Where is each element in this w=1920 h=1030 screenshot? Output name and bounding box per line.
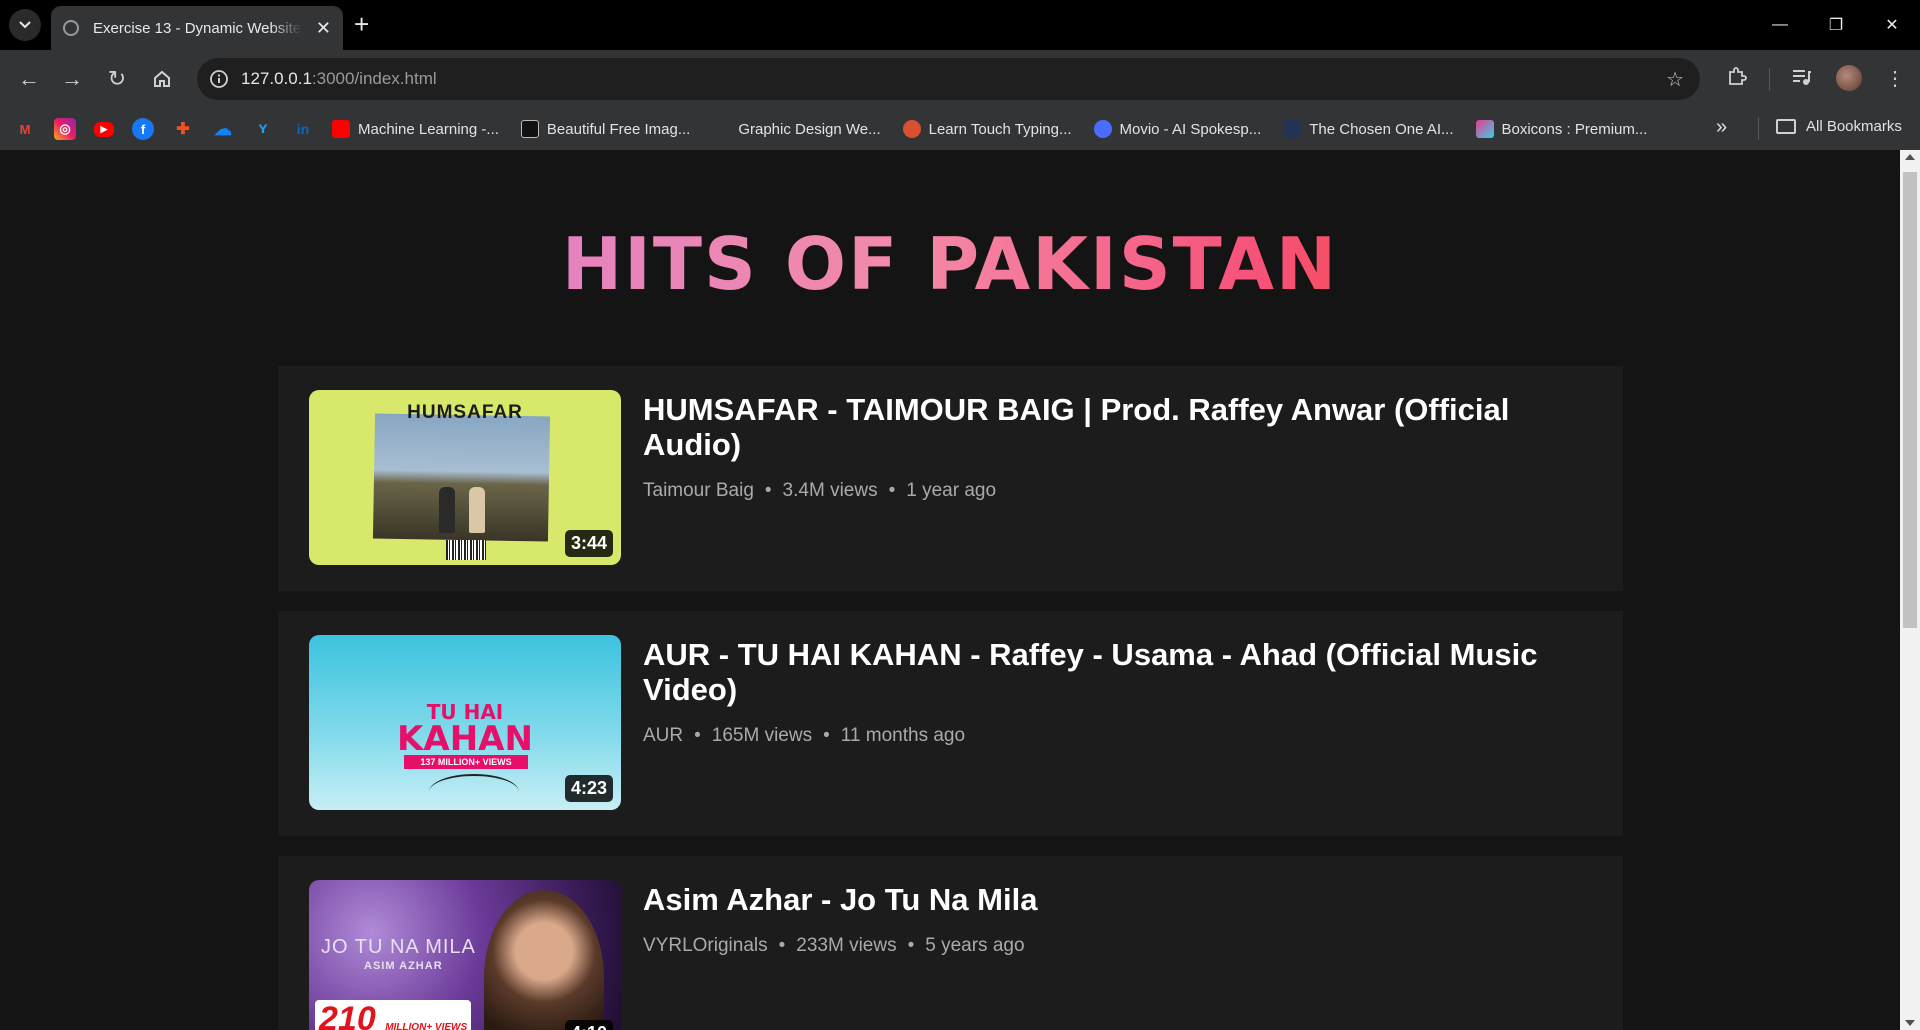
thumbnail-portrait	[484, 890, 604, 1030]
close-tab-icon[interactable]: ✕	[316, 18, 331, 39]
upload-age: 5 years ago	[925, 935, 1025, 956]
scroll-thumb[interactable]	[1903, 172, 1917, 628]
page-heading: HITS OF PAKISTAN	[0, 222, 1900, 306]
restore-button[interactable]: ❐	[1808, 0, 1864, 50]
upload-age: 11 months ago	[840, 725, 966, 746]
bookmark-item[interactable]: Graphic Design We...	[712, 120, 880, 138]
extensions-icon[interactable]	[1726, 66, 1748, 94]
bookmark-item[interactable]: Boxicons : Premium...	[1475, 120, 1647, 138]
bookmark-item[interactable]: Machine Learning -...	[332, 120, 499, 138]
tab-active[interactable]: Exercise 13 - Dynamic Website ✕	[51, 6, 343, 50]
thumbnail-badge: 210 MILLION+ VIEWS	[315, 1000, 472, 1030]
facebook-icon[interactable]: f	[132, 118, 154, 140]
video-card[interactable]: JO TU NA MILA ASIM AZHAR 210 MILLION+ VI…	[278, 856, 1623, 1030]
bookmark-star-icon[interactable]: ☆	[1666, 67, 1684, 92]
new-tab-button[interactable]: +	[354, 10, 369, 38]
page-scrollbar[interactable]	[1900, 150, 1920, 1030]
video-title[interactable]: Asim Azhar - Jo Tu Na Mila	[643, 882, 1603, 917]
bookmark-item[interactable]: The Chosen One AI...	[1283, 120, 1454, 138]
close-window-button[interactable]: ✕	[1864, 0, 1920, 50]
video-thumbnail[interactable]: JO TU NA MILA ASIM AZHAR 210 MILLION+ VI…	[309, 880, 621, 1030]
bookmark-item[interactable]: Beautiful Free Imag...	[520, 120, 690, 138]
more-bookmarks-icon[interactable]: »	[1716, 116, 1727, 139]
browser-toolbar: ← → ↻ 127.0.0.1:3000/index.html ☆ ⋮	[0, 50, 1920, 108]
video-thumbnail[interactable]: TU HAI KAHAN 137 MILLION+ VIEWS 4:23	[309, 635, 621, 810]
page-content: HITS OF PAKISTAN HUMSAFAR 3:44 HUMSAFAR …	[0, 150, 1900, 1030]
video-duration: 4:10	[564, 1020, 613, 1030]
bookmark-item[interactable]: Learn Touch Typing...	[902, 120, 1072, 138]
channel-name[interactable]: VYRLOriginals	[643, 935, 768, 957]
bird-icon[interactable]: ʏ	[252, 118, 274, 140]
scroll-down-arrow[interactable]	[1905, 1020, 1915, 1026]
thumbnail-text: JO TU NA MILA	[321, 936, 476, 958]
profile-avatar[interactable]	[1836, 65, 1862, 91]
youtube-icon	[332, 120, 350, 138]
address-bar[interactable]: 127.0.0.1:3000/index.html ☆	[197, 58, 1700, 100]
video-card[interactable]: TU HAI KAHAN 137 MILLION+ VIEWS 4:23 AUR…	[278, 611, 1623, 836]
all-bookmarks-button[interactable]: All Bookmarks	[1776, 118, 1902, 135]
tab-search-button[interactable]	[9, 9, 41, 41]
thumbnail-photo	[372, 413, 551, 542]
channel-name[interactable]: AUR	[643, 725, 683, 747]
unsplash-icon	[520, 120, 539, 138]
instagram-icon[interactable]: ◎	[54, 118, 76, 140]
video-duration: 4:23	[564, 775, 613, 802]
folder-icon	[1776, 119, 1796, 134]
video-title[interactable]: AUR - TU HAI KAHAN - Raffey - Usama - Ah…	[643, 637, 1603, 707]
tree-graphic	[429, 774, 519, 810]
gmail-icon[interactable]: M	[14, 118, 36, 140]
reload-button[interactable]: ↻	[104, 66, 130, 92]
site-info-icon[interactable]	[207, 67, 231, 91]
back-button[interactable]: ←	[16, 66, 42, 92]
onedrive-icon[interactable]: ☁	[212, 118, 234, 140]
thumbnail-subtext: ASIM AZHAR	[364, 960, 443, 972]
view-count: 3.4M views	[782, 480, 878, 501]
video-title[interactable]: HUMSAFAR - TAIMOUR BAIG | Prod. Raffey A…	[643, 392, 1603, 462]
media-controls-icon[interactable]	[1790, 66, 1812, 94]
view-count: 165M views	[711, 725, 813, 746]
chosen-one-icon	[1283, 120, 1302, 138]
home-button[interactable]	[149, 66, 175, 92]
tools-icon[interactable]: ✚	[172, 118, 194, 140]
url-text[interactable]: 127.0.0.1:3000/index.html	[241, 69, 437, 89]
thumbnail-text: KAHAN	[397, 719, 533, 759]
home-icon	[154, 70, 170, 87]
bookmarks-bar: M ◎ ▶ f ✚ ☁ ʏ in Machine Learning -... B…	[0, 108, 1920, 150]
bookmark-item[interactable]: Movio - AI Spokesp...	[1093, 120, 1261, 138]
thumbnail-text: HUMSAFAR	[407, 402, 523, 423]
typing-icon	[902, 120, 921, 138]
youtube-icon[interactable]: ▶	[94, 121, 114, 137]
linkedin-icon[interactable]: in	[292, 118, 314, 140]
scroll-up-arrow[interactable]	[1905, 154, 1915, 160]
video-thumbnail[interactable]: HUMSAFAR 3:44	[309, 390, 621, 565]
thumbnail-badge: 137 MILLION+ VIEWS	[404, 755, 528, 769]
minimize-button[interactable]: —	[1752, 0, 1808, 50]
barcode-graphic	[446, 540, 486, 560]
chevron-down-icon	[19, 21, 31, 29]
tab-title: Exercise 13 - Dynamic Website	[93, 19, 302, 37]
menu-icon[interactable]: ⋮	[1885, 66, 1905, 91]
video-duration: 3:44	[564, 530, 613, 557]
boxicons-icon	[1475, 120, 1494, 138]
tab-strip: Exercise 13 - Dynamic Website ✕ + — ❐ ✕	[0, 0, 1920, 50]
forward-button[interactable]: →	[59, 66, 85, 92]
video-card[interactable]: HUMSAFAR 3:44 HUMSAFAR - TAIMOUR BAIG | …	[278, 366, 1623, 591]
movio-icon	[1093, 120, 1112, 138]
upload-age: 1 year ago	[906, 480, 997, 501]
blank-icon	[712, 120, 730, 138]
channel-name[interactable]: Taimour Baig	[643, 480, 754, 502]
globe-icon	[63, 20, 79, 36]
view-count: 233M views	[796, 935, 897, 956]
